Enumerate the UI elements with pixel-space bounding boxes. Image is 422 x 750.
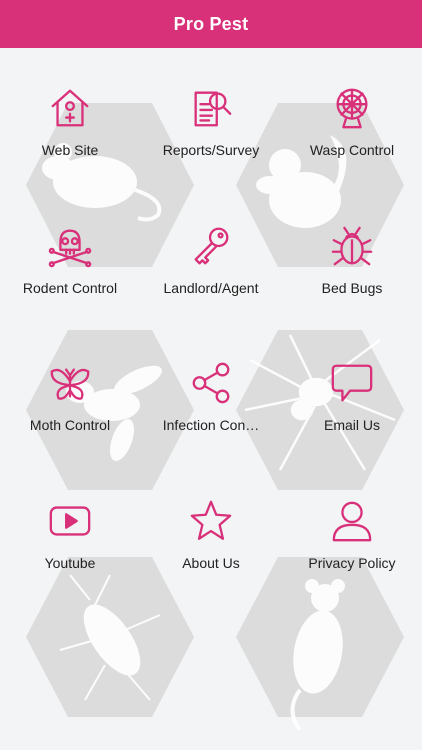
- menu-item-label: Bed Bugs: [321, 280, 383, 296]
- menu-item-label: Reports/Survey: [162, 142, 260, 158]
- key-icon: [187, 222, 235, 270]
- menu-item-privacy-policy[interactable]: Privacy Policy: [282, 461, 422, 598]
- menu-item-label: Youtube: [44, 555, 96, 571]
- house-icon: [46, 84, 94, 132]
- menu-grid: Web Site Reports/Survey Wasp Control Rod…: [0, 48, 422, 598]
- app-title: Pro Pest: [173, 13, 249, 34]
- menu-item-wasp-control[interactable]: Wasp Control: [282, 48, 422, 185]
- menu-item-web-site[interactable]: Web Site: [0, 48, 140, 185]
- youtube-icon: [46, 497, 94, 545]
- menu-item-reports-survey[interactable]: Reports/Survey: [141, 48, 281, 185]
- ferris-wheel-icon: [328, 84, 376, 132]
- menu-item-label: Moth Control: [29, 417, 111, 433]
- speech-bubble-icon: [328, 359, 376, 407]
- menu-item-label: Wasp Control: [309, 142, 395, 158]
- menu-item-infection-control[interactable]: Infection Con…: [141, 323, 281, 460]
- menu-item-moth-control[interactable]: Moth Control: [0, 323, 140, 460]
- menu-item-label: About Us: [182, 555, 240, 571]
- menu-item-youtube[interactable]: Youtube: [0, 461, 140, 598]
- butterfly-icon: [46, 359, 94, 407]
- menu-item-label: Email Us: [323, 417, 380, 433]
- menu-item-rodent-control[interactable]: Rodent Control: [0, 186, 140, 323]
- star-icon: [187, 497, 235, 545]
- menu-item-label: Landlord/Agent: [163, 280, 259, 296]
- app-header: Pro Pest: [0, 0, 422, 48]
- report-search-icon: [187, 84, 235, 132]
- skull-crossbones-icon: [46, 222, 94, 270]
- menu-item-bed-bugs[interactable]: Bed Bugs: [282, 186, 422, 323]
- menu-item-label: Rodent Control: [22, 280, 118, 296]
- menu-item-email-us[interactable]: Email Us: [282, 323, 422, 460]
- menu-item-landlord-agent[interactable]: Landlord/Agent: [141, 186, 281, 323]
- menu-item-label: Privacy Policy: [308, 555, 396, 571]
- share-icon: [187, 359, 235, 407]
- menu-item-label: Web Site: [41, 142, 99, 158]
- bug-icon: [328, 222, 376, 270]
- menu-item-about-us[interactable]: About Us: [141, 461, 281, 598]
- user-icon: [328, 497, 376, 545]
- menu-item-label: Infection Con…: [162, 417, 260, 433]
